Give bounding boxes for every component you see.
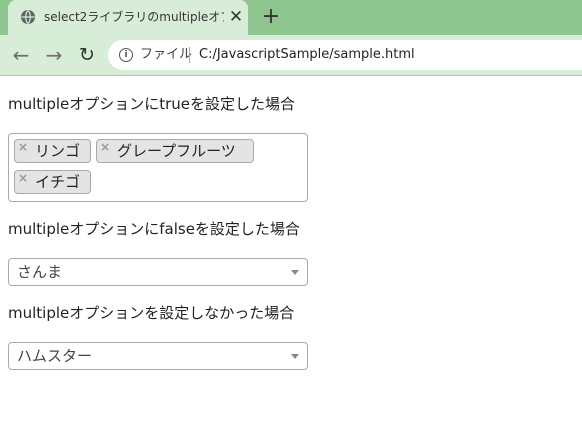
- select-animal[interactable]: ハムスター: [8, 342, 308, 370]
- remove-tag-icon[interactable]: ×: [18, 139, 28, 155]
- tab-title: select2ライブラリのmultipleオプション: [44, 10, 224, 24]
- remove-tag-icon[interactable]: ×: [18, 170, 28, 186]
- tag-chip: × リンゴ: [14, 139, 91, 163]
- selected-value: ハムスター: [17, 347, 93, 365]
- browser-tab[interactable]: select2ライブラリのmultipleオプション ✕: [8, 0, 248, 35]
- browser-toolbar: ← → ↻ i ファイル C:/JavascriptSample/sample.…: [0, 35, 582, 76]
- tag-label: イチゴ: [35, 173, 81, 191]
- select-fish[interactable]: さんま: [8, 258, 308, 286]
- heading-multiple-true: multipleオプションにtrueを設定した場合: [8, 95, 296, 113]
- address-divider: [189, 47, 190, 63]
- tag-label: リンゴ: [35, 142, 81, 160]
- remove-tag-icon[interactable]: ×: [100, 139, 110, 155]
- scheme-label: ファイル: [140, 47, 193, 62]
- chevron-down-icon: [291, 270, 299, 275]
- tag-label: グレープフルーツ: [117, 142, 236, 160]
- tag-chip: × グレープフルーツ: [96, 139, 254, 163]
- tag-chip: × イチゴ: [14, 170, 91, 194]
- multi-select-fruits[interactable]: × リンゴ × グレープフルーツ × イチゴ: [8, 133, 308, 202]
- close-tab-icon[interactable]: ✕: [226, 6, 246, 28]
- selected-value: さんま: [17, 263, 63, 281]
- url-text[interactable]: C:/JavascriptSample/sample.html: [199, 47, 415, 63]
- address-bar[interactable]: i ファイル C:/JavascriptSample/sample.html: [108, 40, 582, 70]
- chevron-down-icon: [291, 354, 299, 359]
- back-button[interactable]: ←: [8, 42, 34, 68]
- tab-strip: select2ライブラリのmultipleオプション ✕ +: [0, 0, 582, 35]
- forward-button[interactable]: →: [41, 42, 67, 68]
- heading-multiple-unset: multipleオプションを設定しなかった場合: [8, 304, 295, 322]
- info-icon[interactable]: i: [119, 48, 133, 62]
- new-tab-button[interactable]: +: [258, 4, 284, 30]
- globe-icon: [21, 10, 35, 24]
- reload-button[interactable]: ↻: [74, 42, 100, 68]
- heading-multiple-false: multipleオプションにfalseを設定した場合: [8, 220, 300, 238]
